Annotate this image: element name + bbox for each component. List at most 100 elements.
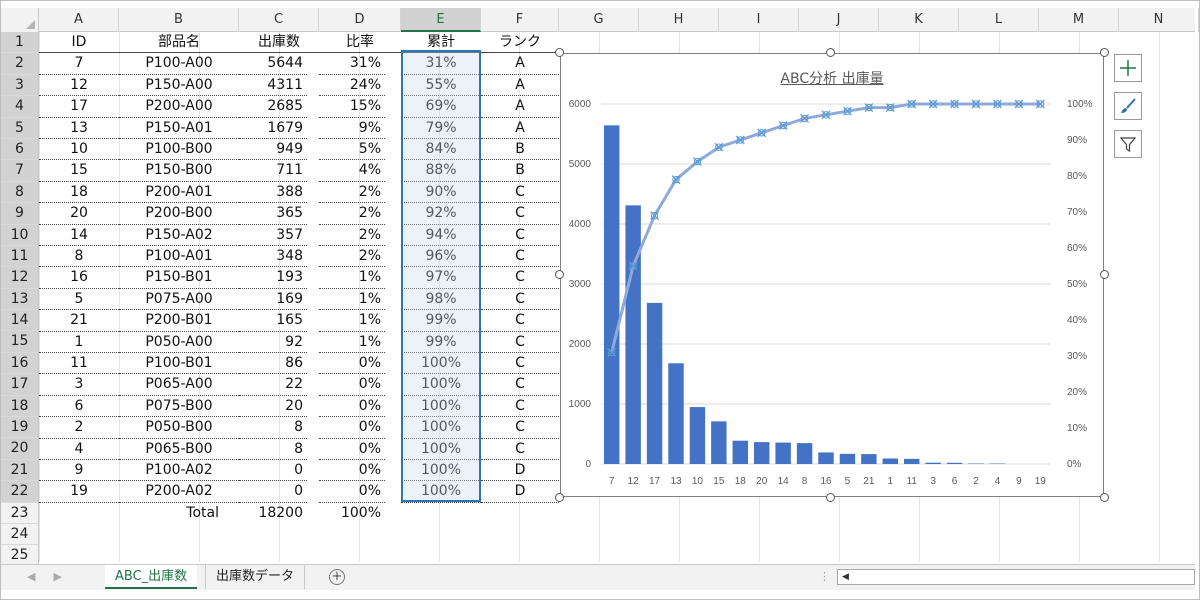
cell-rank[interactable]: C bbox=[481, 374, 559, 396]
cell-qty[interactable]: 357 bbox=[239, 225, 307, 246]
column-header-l[interactable]: L bbox=[959, 8, 1039, 32]
column-header-j[interactable]: J bbox=[799, 8, 879, 32]
cell-part[interactable]: P050-B00 bbox=[119, 417, 239, 439]
cell-cum[interactable]: 31% bbox=[401, 53, 481, 75]
cell-cum[interactable]: 84% bbox=[401, 139, 481, 161]
cell-rank[interactable]: C bbox=[481, 310, 559, 332]
cell-id[interactable]: 1 bbox=[39, 332, 119, 353]
row-header-3[interactable]: 3 bbox=[1, 74, 38, 97]
row-header-10[interactable]: 10 bbox=[1, 224, 38, 246]
column-header-e[interactable]: E bbox=[401, 8, 481, 32]
row-header-23[interactable]: 23 bbox=[1, 503, 38, 524]
cell-rank[interactable]: C bbox=[481, 246, 559, 268]
cell-cum[interactable]: 88% bbox=[401, 160, 481, 182]
cell-id[interactable]: 19 bbox=[39, 481, 119, 503]
cell-part[interactable]: P100-B00 bbox=[119, 139, 239, 161]
row-header-1[interactable]: 1 bbox=[1, 32, 38, 54]
cell-rank[interactable]: C bbox=[481, 439, 559, 460]
cell-part[interactable]: P200-A02 bbox=[119, 481, 239, 503]
cell-qty[interactable]: 1679 bbox=[239, 118, 307, 139]
cell-id[interactable]: 8 bbox=[39, 246, 119, 268]
cell-part[interactable]: P150-A00 bbox=[119, 75, 239, 97]
cell-id[interactable]: 7 bbox=[39, 53, 119, 75]
cell-cum[interactable]: 99% bbox=[401, 310, 481, 332]
header-ratio[interactable]: 比率 bbox=[319, 32, 401, 54]
row-header-2[interactable]: 2 bbox=[1, 53, 38, 75]
cell-rank[interactable]: A bbox=[481, 96, 559, 118]
chart-filters-button[interactable] bbox=[1114, 130, 1142, 158]
cell-ratio[interactable]: 24% bbox=[319, 75, 385, 97]
cell-id[interactable]: 5 bbox=[39, 289, 119, 311]
sheet-tab-data[interactable]: 出庫数データ bbox=[205, 565, 306, 589]
cell-ratio[interactable]: 31% bbox=[319, 53, 385, 75]
pareto-chart[interactable]: ABC分析 出庫量 0 1000 2000 3000 4000 5000 6000 0% 10%… bbox=[555, 48, 1109, 502]
add-sheet-button[interactable]: + bbox=[329, 569, 345, 585]
row-header-22[interactable]: 22 bbox=[1, 481, 38, 503]
cell-rank[interactable]: C bbox=[481, 267, 559, 289]
cell-part[interactable]: P050-A00 bbox=[119, 332, 239, 353]
resize-handle-right[interactable] bbox=[1100, 270, 1109, 279]
column-header-f[interactable]: F bbox=[481, 8, 559, 32]
cell-qty[interactable]: 169 bbox=[239, 289, 307, 311]
tab-split-handle[interactable]: ⋮ bbox=[819, 570, 830, 583]
cell-part[interactable]: P065-A00 bbox=[119, 374, 239, 396]
cell-part[interactable]: P100-B01 bbox=[119, 353, 239, 375]
sheet-nav-arrows[interactable]: ◀▶ bbox=[27, 570, 80, 583]
chart-elements-button[interactable] bbox=[1114, 54, 1142, 82]
horizontal-scrollbar[interactable]: ◀ bbox=[837, 569, 1195, 585]
cell-id[interactable]: 14 bbox=[39, 225, 119, 246]
header-id[interactable]: ID bbox=[39, 32, 119, 54]
cell-part[interactable]: P100-A00 bbox=[119, 53, 239, 75]
row-header-24[interactable]: 24 bbox=[1, 524, 38, 546]
row-header-18[interactable]: 18 bbox=[1, 395, 38, 418]
cell-cum[interactable]: 100% bbox=[401, 460, 481, 482]
column-header-d[interactable]: D bbox=[319, 8, 401, 32]
header-cum[interactable]: 累計 bbox=[401, 32, 481, 54]
cell-ratio[interactable]: 4% bbox=[319, 160, 385, 182]
cell-part[interactable]: P150-A01 bbox=[119, 118, 239, 139]
cell-qty[interactable]: 711 bbox=[239, 160, 307, 182]
cell-rank[interactable]: A bbox=[481, 75, 559, 97]
cell-ratio[interactable]: 1% bbox=[319, 267, 385, 289]
row-header-7[interactable]: 7 bbox=[1, 160, 38, 182]
cell-part[interactable]: P200-A01 bbox=[119, 182, 239, 204]
cell-ratio[interactable]: 9% bbox=[319, 118, 385, 139]
cell-cum[interactable]: 100% bbox=[401, 374, 481, 396]
cell-qty[interactable]: 92 bbox=[239, 332, 307, 353]
cell-part[interactable]: P150-B00 bbox=[119, 160, 239, 182]
cell-qty[interactable]: 22 bbox=[239, 374, 307, 396]
resize-handle-left[interactable] bbox=[555, 270, 564, 279]
cell-rank[interactable]: C bbox=[481, 182, 559, 204]
cell-cum[interactable]: 100% bbox=[401, 481, 481, 503]
cell-qty[interactable]: 8 bbox=[239, 439, 307, 460]
total-ratio[interactable]: 100% bbox=[319, 503, 385, 524]
cell-id[interactable]: 18 bbox=[39, 182, 119, 204]
cell-cum[interactable]: 100% bbox=[401, 417, 481, 439]
cell-rank[interactable]: C bbox=[481, 225, 559, 246]
cell-part[interactable]: P200-B01 bbox=[119, 310, 239, 332]
header-qty[interactable]: 出庫数 bbox=[239, 32, 319, 54]
column-header-b[interactable]: B bbox=[119, 8, 239, 32]
cell-id[interactable]: 11 bbox=[39, 353, 119, 375]
cell-ratio[interactable]: 5% bbox=[319, 139, 385, 161]
cell-qty[interactable]: 4311 bbox=[239, 75, 307, 97]
cell-qty[interactable]: 5644 bbox=[239, 53, 307, 75]
cell-part[interactable]: P075-B00 bbox=[119, 396, 239, 418]
row-header-9[interactable]: 9 bbox=[1, 203, 38, 225]
cell-id[interactable]: 4 bbox=[39, 439, 119, 460]
cell-qty[interactable]: 388 bbox=[239, 182, 307, 204]
cell-ratio[interactable]: 1% bbox=[319, 310, 385, 332]
cell-qty[interactable]: 86 bbox=[239, 353, 307, 375]
row-header-16[interactable]: 16 bbox=[1, 352, 38, 375]
cell-cum[interactable]: 98% bbox=[401, 289, 481, 311]
cell-qty[interactable]: 2685 bbox=[239, 96, 307, 118]
total-qty[interactable]: 18200 bbox=[239, 503, 307, 524]
cell-cum[interactable]: 99% bbox=[401, 332, 481, 353]
cell-rank[interactable]: B bbox=[481, 160, 559, 182]
cell-rank[interactable]: D bbox=[481, 481, 559, 503]
cell-qty[interactable]: 0 bbox=[239, 481, 307, 503]
cell-cum[interactable]: 100% bbox=[401, 396, 481, 418]
row-header-14[interactable]: 14 bbox=[1, 310, 38, 332]
cell-qty[interactable]: 8 bbox=[239, 417, 307, 439]
cell-rank[interactable]: A bbox=[481, 118, 559, 139]
